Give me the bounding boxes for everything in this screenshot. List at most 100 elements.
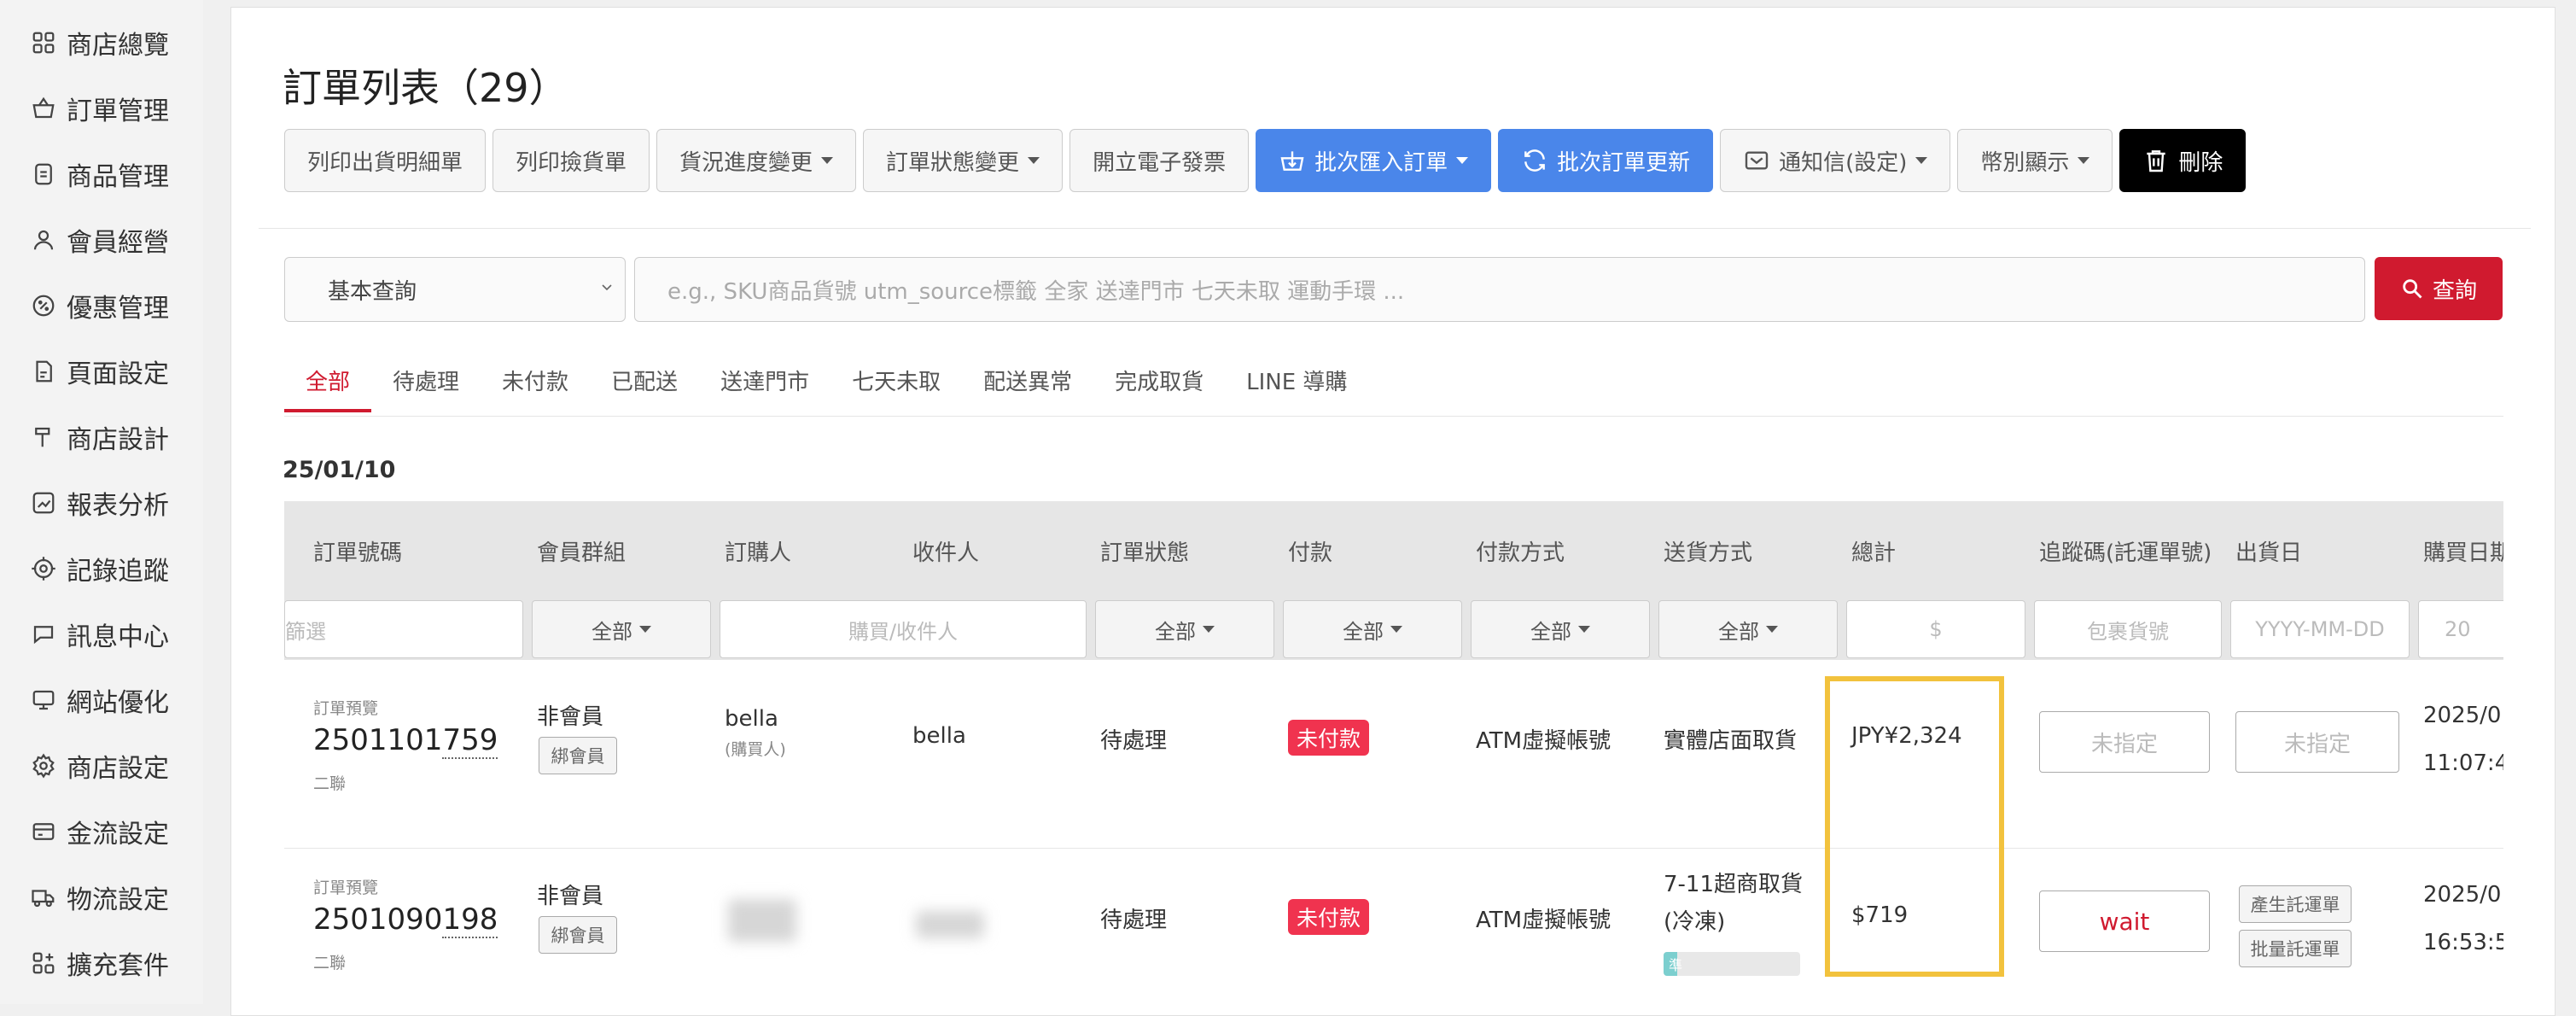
total-filter-input[interactable]: $	[1846, 600, 2025, 658]
search-placeholder: e.g., SKU商品貨號 utm_source標籤 全家 送達門市 七天未取 …	[667, 278, 1405, 305]
button-label: 刪除	[2178, 149, 2223, 176]
buyer-role: (購買人)	[725, 740, 786, 759]
monitor-icon	[32, 690, 55, 710]
batch-import-orders-button[interactable]: 批次匯入訂單	[1256, 129, 1492, 192]
ship-date-unassigned-button[interactable]: 未指定	[2235, 711, 2399, 773]
sidebar-item-store-settings[interactable]: 商店設定	[31, 740, 169, 791]
unpaid-badge: 未付款	[1288, 720, 1370, 756]
generate-waybill-button[interactable]: 產生託運單	[2239, 885, 2352, 923]
button-label: 開立電子發票	[1093, 149, 1227, 176]
currency-display-dropdown[interactable]: 幣別顯示	[1957, 129, 2113, 192]
sidebar-item-label: 擴充套件	[67, 951, 169, 981]
sidebar-item-discounts[interactable]: 優惠管理	[31, 280, 169, 331]
order-total: JPY¥2,324	[1851, 723, 1962, 749]
redacted-buyer	[728, 899, 796, 942]
sidebar-item-logistics[interactable]: 物流設定	[31, 872, 169, 923]
sidebar-item-store-overview[interactable]: 商店總覽	[31, 17, 169, 68]
tab-delivery-issue[interactable]: 配送異常	[962, 358, 1093, 412]
caret-down-icon	[1028, 157, 1040, 164]
tab-arrived-store[interactable]: 送達門市	[699, 358, 830, 412]
order-total: $719	[1851, 902, 1909, 928]
sidebar-item-messages[interactable]: 訊息中心	[31, 609, 169, 660]
order-no-filter-input[interactable]: 篩選	[284, 600, 523, 658]
tracking-filter-input[interactable]: 包裹貨號	[2034, 600, 2222, 658]
message-icon	[33, 626, 54, 645]
filter-value: 全部	[1718, 619, 1759, 644]
sidebar-item-extensions[interactable]: 擴充套件	[31, 937, 169, 989]
shipping-progress-bar: 準	[1664, 952, 1800, 976]
filter-placeholder: YYYY-MM-DD	[2255, 617, 2385, 641]
member-group-value: 非會員	[537, 884, 604, 909]
caret-down-icon	[2078, 157, 2090, 164]
purchase-date: 2025/0	[2423, 882, 2502, 908]
header-buyer: 訂購人	[725, 540, 792, 566]
shipping-progress-label: 準	[1669, 957, 1683, 973]
ship-date-filter-input[interactable]: YYYY-MM-DD	[2230, 600, 2410, 658]
bind-member-button[interactable]: 綁會員	[539, 916, 617, 954]
delete-button[interactable]: 刪除	[2119, 129, 2247, 192]
caret-down-icon	[1456, 157, 1469, 164]
shipping-progress-dropdown[interactable]: 貨況進度變更	[656, 129, 857, 192]
sidebar-item-store-design[interactable]: 商店設計	[31, 412, 169, 463]
order-number[interactable]: 2501101759	[313, 723, 498, 759]
order-number[interactable]: 2501090198	[313, 902, 498, 938]
discount-icon	[32, 295, 55, 317]
target-icon	[32, 557, 55, 581]
sidebar-item-payment[interactable]: 金流設定	[31, 806, 169, 857]
sidebar-item-pages[interactable]: 頁面設定	[31, 346, 169, 397]
tab-picked-up[interactable]: 完成取貨	[1093, 358, 1225, 412]
sidebar-item-tracking[interactable]: 記錄追蹤	[31, 543, 169, 594]
tab-all[interactable]: 全部	[284, 358, 372, 412]
sidebar-item-seo[interactable]: 網站優化	[31, 674, 169, 726]
table-header: 訂單號碼 會員群組 訂購人 收件人 訂單狀態 付款 付款方式 送貨方式 總計 追…	[284, 501, 2503, 660]
user-icon	[33, 230, 54, 250]
tab-unpaid[interactable]: 未付款	[481, 358, 590, 412]
order-status: 待處理	[1100, 728, 1168, 754]
sidebar-item-label: 商店總覽	[67, 31, 169, 61]
sidebar-item-orders[interactable]: 訂單管理	[31, 83, 169, 134]
purchase-time: 11:07:4	[2423, 750, 2503, 776]
sidebar-item-label: 網站優化	[67, 688, 169, 718]
search-input[interactable]: e.g., SKU商品貨號 utm_source標籤 全家 送達門市 七天未取 …	[634, 257, 2365, 322]
bind-member-button[interactable]: 綁會員	[539, 737, 617, 774]
order-number-head: 2501090	[313, 902, 443, 937]
order-preview-link[interactable]: 訂單預覽	[313, 696, 378, 719]
member-group-filter[interactable]: 全部	[532, 600, 711, 658]
card-icon	[32, 823, 55, 840]
batch-waybill-button[interactable]: 批量託運單	[2239, 930, 2352, 967]
sidebar-item-members[interactable]: 會員經營	[31, 214, 169, 266]
order-preview-link[interactable]: 訂單預覽	[313, 875, 378, 898]
header-order-no: 訂單號碼	[313, 540, 403, 566]
shipping-method-filter[interactable]: 全部	[1658, 600, 1838, 658]
tab-line-referral[interactable]: LINE 導購	[1225, 358, 1368, 412]
search-mode-select[interactable]: 基本查詢	[284, 257, 626, 322]
member-group-value: 非會員	[537, 704, 604, 730]
sidebar-item-products[interactable]: 商品管理	[31, 149, 169, 200]
purchase-date-filter-input[interactable]: 20	[2418, 600, 2503, 658]
basket-icon	[32, 96, 55, 119]
tracking-wait-button[interactable]: wait	[2039, 890, 2210, 952]
sidebar-item-reports[interactable]: 報表分析	[31, 477, 169, 528]
print-picking-list-button[interactable]: 列印撿貨單	[492, 129, 650, 192]
payment-filter[interactable]: 全部	[1283, 600, 1462, 658]
batch-update-orders-button[interactable]: 批次訂單更新	[1498, 129, 1714, 192]
status-filter[interactable]: 全部	[1095, 600, 1274, 658]
payment-method: ATM虛擬帳號	[1476, 728, 1611, 754]
notification-settings-dropdown[interactable]: 通知信(設定)	[1720, 129, 1951, 192]
sidebar-item-label: 商品管理	[67, 162, 169, 192]
tab-not-picked-7days[interactable]: 七天未取	[830, 358, 962, 412]
search-button[interactable]: 查詢	[2375, 257, 2503, 320]
buyer-filter-input[interactable]: 購買/收件人	[720, 600, 1087, 658]
tag-icon	[35, 163, 52, 185]
gear-icon	[32, 753, 55, 779]
payment-method-filter[interactable]: 全部	[1471, 600, 1650, 658]
print-shipping-detail-button[interactable]: 列印出貨明細單	[284, 129, 487, 192]
tab-pending[interactable]: 待處理	[371, 358, 481, 412]
tracking-unassigned-button[interactable]: 未指定	[2039, 711, 2210, 773]
issue-invoice-button[interactable]: 開立電子發票	[1069, 129, 1250, 192]
order-status-dropdown[interactable]: 訂單狀態變更	[863, 129, 1064, 192]
header-payment: 付款	[1288, 540, 1333, 566]
tab-shipped[interactable]: 已配送	[590, 358, 699, 412]
button-label: 查詢	[2432, 277, 2477, 304]
sidebar-item-label: 優惠管理	[67, 294, 169, 324]
